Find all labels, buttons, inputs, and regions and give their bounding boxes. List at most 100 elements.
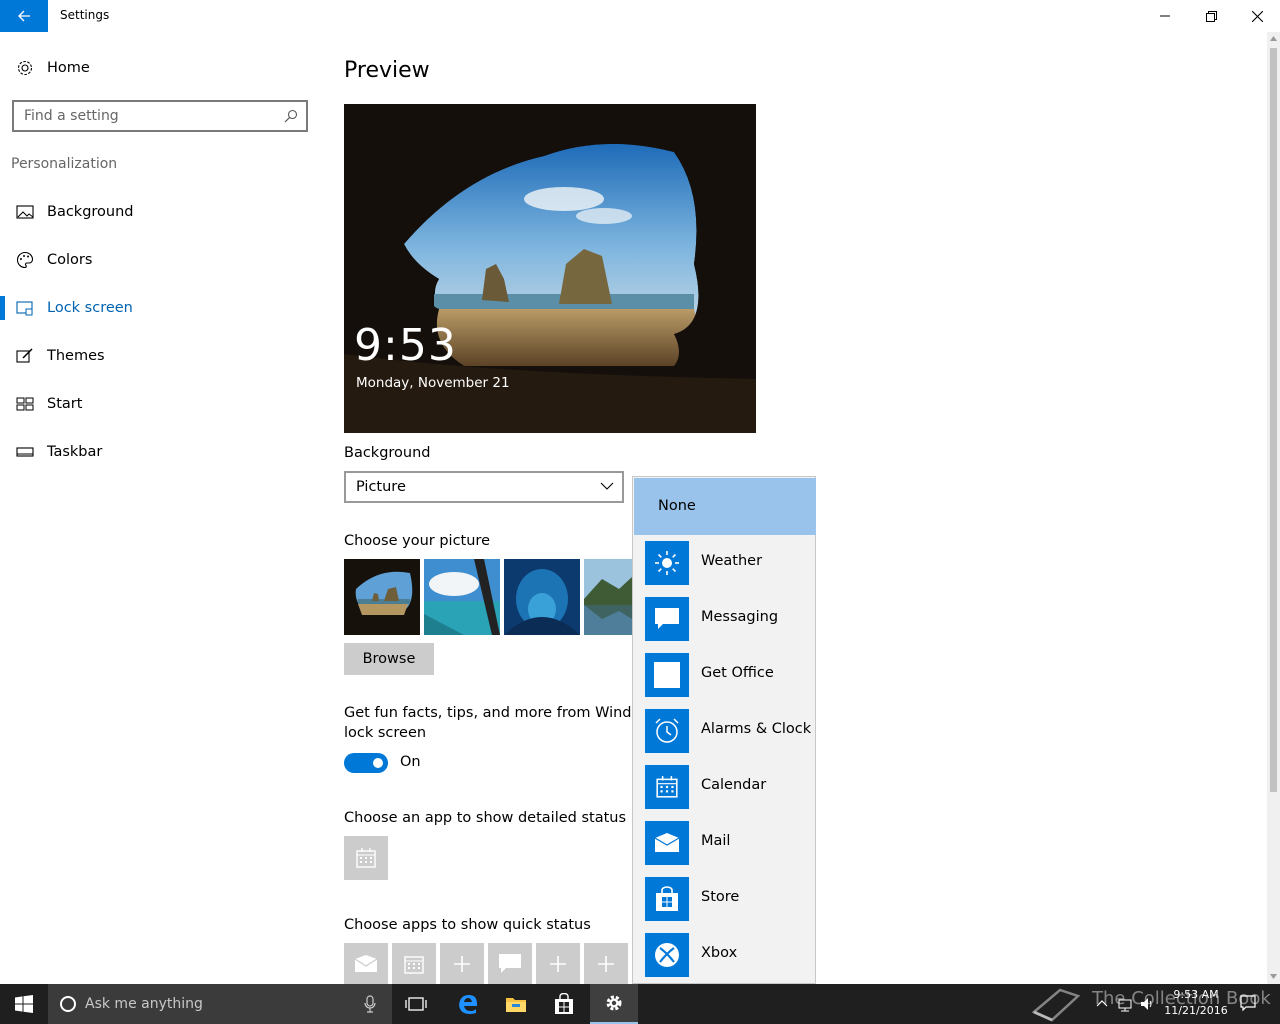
flyout-item-messaging[interactable]: Messaging	[633, 591, 815, 647]
cortana-placeholder: Ask me anything	[85, 996, 203, 1012]
book-watermark-icon	[1031, 988, 1081, 1022]
flyout-item-label: Mail	[701, 833, 731, 849]
office-icon	[645, 653, 689, 697]
alarm-clock-icon	[645, 709, 689, 753]
fun-facts-label: Get fun facts, tips, and more from Windo…	[344, 705, 660, 721]
restore-button[interactable]	[1188, 0, 1234, 32]
brush-icon	[15, 346, 35, 366]
sidebar-item-taskbar[interactable]: Taskbar	[0, 428, 320, 476]
picture-thumbnail[interactable]	[584, 559, 632, 635]
app-picker-flyout: None Weather Messaging Get Office Alarms…	[632, 476, 816, 984]
sidebar-item-label: Lock screen	[47, 300, 133, 316]
quick-status-slot-add[interactable]	[536, 943, 580, 984]
flyout-item-label: None	[658, 498, 696, 514]
flyout-item-alarms-clock[interactable]: Alarms & Clock	[633, 703, 815, 759]
background-dropdown[interactable]: Picture	[344, 471, 624, 503]
detailed-status-app-button[interactable]	[344, 836, 388, 880]
toggle-state-label: On	[400, 754, 421, 770]
choose-picture-label: Choose your picture	[344, 533, 490, 549]
flyout-item-xbox[interactable]: Xbox	[633, 927, 815, 983]
browse-button[interactable]: Browse	[344, 643, 434, 675]
tray-time[interactable]: 9:53 AM	[1160, 988, 1232, 1001]
detailed-status-label: Choose an app to show detailed status	[344, 810, 627, 826]
quick-status-label: Choose apps to show quick status	[344, 917, 591, 933]
close-icon	[1251, 10, 1263, 22]
search-input[interactable]	[24, 106, 274, 126]
fun-facts-toggle[interactable]	[344, 753, 388, 773]
back-arrow-icon	[18, 10, 30, 22]
calendar-icon	[404, 955, 424, 974]
toggle-knob	[373, 758, 383, 768]
flyout-item-calendar[interactable]: Calendar	[633, 759, 815, 815]
search-field[interactable]	[12, 100, 308, 132]
flyout-item-label: Get Office	[701, 665, 774, 681]
quick-status-slot-add[interactable]	[584, 943, 628, 984]
sidebar-home[interactable]: Home	[0, 44, 320, 92]
sidebar-item-colors[interactable]: Colors	[0, 236, 320, 284]
store-bag-icon	[555, 993, 573, 1014]
flyout-item-store[interactable]: Store	[633, 871, 815, 927]
back-button[interactable]	[0, 0, 48, 32]
plus-icon	[550, 955, 566, 972]
volume-icon[interactable]	[1140, 996, 1156, 1012]
chat-bubble-icon	[645, 597, 689, 641]
cortana-search-box[interactable]: Ask me anything	[48, 984, 392, 1024]
flyout-item-label: Weather	[701, 553, 763, 569]
sidebar-item-label: Background	[47, 204, 134, 220]
start-grid-icon	[15, 394, 35, 414]
network-icon[interactable]	[1118, 996, 1136, 1012]
sidebar-item-themes[interactable]: Themes	[0, 332, 320, 380]
folder-icon	[506, 998, 526, 1012]
section-heading: Personalization	[11, 156, 118, 172]
flyout-item-label: Xbox	[701, 945, 738, 961]
tray-date[interactable]: 11/21/2016	[1160, 1004, 1232, 1017]
flyout-item-label: Store	[701, 889, 740, 905]
microphone-icon[interactable]	[364, 995, 376, 1013]
sidebar-item-lock-screen[interactable]: Lock screen	[0, 284, 320, 332]
flyout-item-mail[interactable]: Mail	[633, 815, 815, 871]
file-explorer-button[interactable]	[492, 984, 540, 1024]
settings-taskbar-button[interactable]	[590, 984, 638, 1024]
action-center-icon[interactable]	[1240, 995, 1256, 1011]
page-title: Preview	[344, 58, 430, 83]
edge-icon	[459, 995, 477, 1014]
store-button[interactable]	[540, 984, 588, 1024]
sun-icon	[645, 541, 689, 585]
flyout-item-label: Messaging	[701, 609, 779, 625]
show-hidden-icons-icon[interactable]	[1096, 999, 1108, 1007]
close-button[interactable]	[1234, 0, 1280, 32]
store-bag-icon	[645, 877, 689, 921]
start-button[interactable]	[0, 984, 48, 1024]
edge-browser-button[interactable]	[444, 984, 492, 1024]
sidebar-item-label: Colors	[47, 252, 93, 268]
preview-date: Monday, November 21	[356, 375, 510, 391]
quick-status-slot-mail[interactable]	[344, 943, 388, 984]
sidebar-item-label: Themes	[47, 348, 105, 364]
scrollbar[interactable]	[1267, 32, 1280, 984]
palette-icon	[15, 250, 35, 270]
scroll-thumb[interactable]	[1270, 48, 1277, 792]
quick-status-slot-messaging[interactable]	[488, 943, 532, 984]
task-view-icon	[405, 997, 427, 1011]
flyout-item-none[interactable]: None	[634, 478, 816, 535]
scroll-down-icon	[1270, 974, 1277, 979]
preview-clock: 9:53	[354, 320, 457, 371]
sidebar-item-start[interactable]: Start	[0, 380, 320, 428]
sidebar-home-label: Home	[47, 60, 90, 76]
quick-status-slot-calendar[interactable]	[392, 943, 436, 984]
envelope-icon	[645, 821, 689, 865]
minimize-icon	[1160, 15, 1170, 17]
picture-thumbnail[interactable]	[504, 559, 580, 635]
sidebar-item-background[interactable]: Background	[0, 188, 320, 236]
minimize-button[interactable]	[1142, 0, 1188, 32]
gear-icon	[606, 995, 622, 1011]
task-view-button[interactable]	[392, 984, 440, 1024]
flyout-item-weather[interactable]: Weather	[633, 535, 815, 591]
picture-icon	[15, 202, 35, 222]
flyout-item-label: Alarms & Clock	[701, 721, 812, 737]
flyout-item-get-office[interactable]: Get Office	[633, 647, 815, 703]
picture-thumbnail[interactable]	[344, 559, 420, 635]
plus-icon	[598, 955, 614, 972]
quick-status-slot-add[interactable]	[440, 943, 484, 984]
picture-thumbnail[interactable]	[424, 559, 500, 635]
